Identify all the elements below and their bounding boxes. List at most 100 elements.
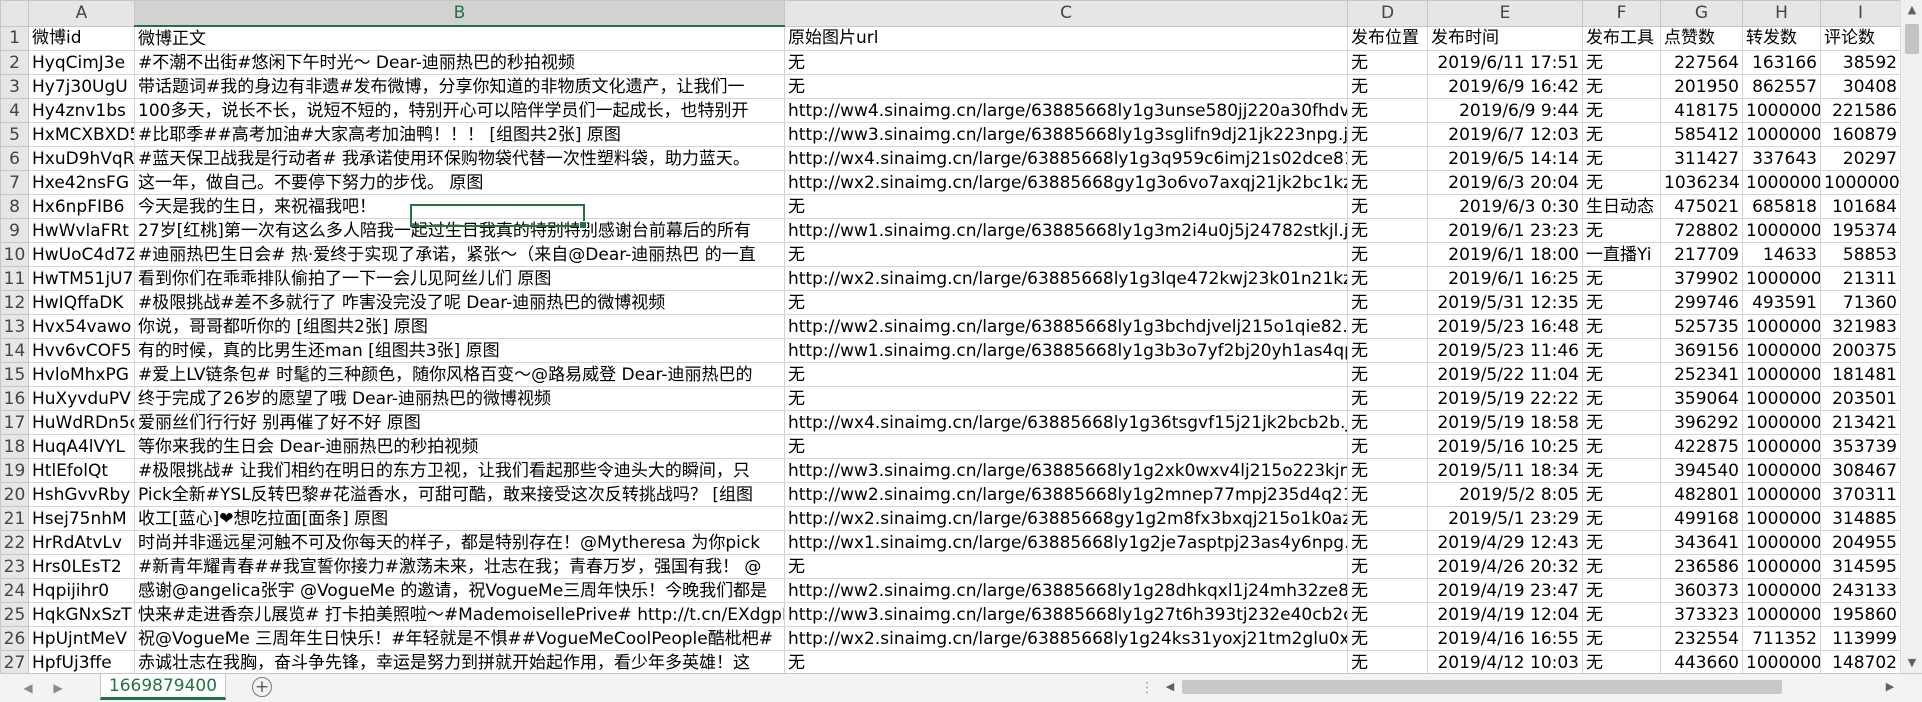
cell-a[interactable]: HtlEfolQt bbox=[28, 458, 135, 483]
cell-e[interactable]: 2019/5/16 10:25 bbox=[1427, 434, 1583, 459]
row-header[interactable]: 13 bbox=[0, 314, 29, 339]
cell-h[interactable]: 1000000 bbox=[1742, 482, 1821, 507]
cell-i[interactable]: 370311 bbox=[1820, 482, 1900, 507]
column-header-e[interactable]: E bbox=[1427, 0, 1583, 27]
cell-f[interactable]: 无 bbox=[1582, 98, 1661, 123]
cell-e[interactable]: 2019/6/1 23:23 bbox=[1427, 218, 1583, 243]
cell-a[interactable]: HshGvvRby bbox=[28, 482, 135, 507]
cell-f[interactable]: 无 bbox=[1582, 266, 1661, 291]
cell-c[interactable]: http://wx2.sinaimg.cn/large/63885668ly1g… bbox=[784, 626, 1348, 651]
row-header[interactable]: 20 bbox=[0, 482, 29, 507]
cell-e[interactable]: 2019/6/11 17:51 bbox=[1427, 50, 1583, 75]
cell-e[interactable]: 2019/4/29 12:43 bbox=[1427, 530, 1583, 555]
cell-g[interactable]: 379902 bbox=[1660, 266, 1743, 291]
column-header-f[interactable]: F bbox=[1582, 0, 1661, 27]
cell-i[interactable]: 221586 bbox=[1820, 98, 1900, 123]
row-header[interactable]: 12 bbox=[0, 290, 29, 315]
column-header-a[interactable]: A bbox=[28, 0, 135, 27]
cell-b[interactable]: 感谢@angelica张宇 @VogueMe 的邀请，祝VogueMe三周年快乐… bbox=[134, 578, 785, 603]
cell-h[interactable]: 1000000 bbox=[1742, 218, 1821, 243]
cell-a[interactable]: HpUjntMeV bbox=[28, 626, 135, 651]
cell-h[interactable]: 1000000 bbox=[1742, 362, 1821, 387]
cell-a[interactable]: Hqpijihr0 bbox=[28, 578, 135, 603]
cell-i[interactable]: 243133 bbox=[1820, 578, 1900, 603]
cell-f[interactable]: 无 bbox=[1582, 602, 1661, 627]
cell-f[interactable]: 无 bbox=[1582, 146, 1661, 171]
cell-d[interactable]: 无 bbox=[1347, 98, 1428, 123]
cell-i[interactable]: 200375 bbox=[1820, 338, 1900, 363]
cell-f[interactable]: 无 bbox=[1582, 338, 1661, 363]
tab-split-handle-icon[interactable]: ⋮ bbox=[1140, 679, 1154, 697]
cell-c[interactable]: 无 bbox=[784, 194, 1348, 219]
cell-b[interactable]: 有的时候，真的比男生还man [组图共3张] 原图 bbox=[134, 338, 785, 363]
cell-h[interactable]: 1000000 bbox=[1742, 530, 1821, 555]
cell-h[interactable]: 1000000 bbox=[1742, 314, 1821, 339]
cell-e[interactable]: 2019/5/2 8:05 bbox=[1427, 482, 1583, 507]
cell-f[interactable]: 无 bbox=[1582, 50, 1661, 75]
cell-a[interactable]: HqkGNxSzT bbox=[28, 602, 135, 627]
cell-a[interactable]: Hy7j30UgU bbox=[28, 74, 135, 99]
cell-i[interactable]: 38592 bbox=[1820, 50, 1900, 75]
cell-h[interactable]: 1000000 bbox=[1742, 650, 1821, 673]
cell-g[interactable]: 343641 bbox=[1660, 530, 1743, 555]
column-header-i[interactable]: I bbox=[1820, 0, 1900, 27]
cell-c[interactable]: http://wx2.sinaimg.cn/large/63885668gy1g… bbox=[784, 170, 1348, 195]
cell-g[interactable]: 299746 bbox=[1660, 290, 1743, 315]
cell-b[interactable]: 这一年，做自己。不要停下努力的步伐。 原图 bbox=[134, 170, 785, 195]
cell-i[interactable]: 148702 bbox=[1820, 650, 1900, 673]
cell-a[interactable]: Hvv6vCOF5 bbox=[28, 338, 135, 363]
cell-g[interactable]: 点赞数 bbox=[1660, 25, 1743, 51]
row-header[interactable]: 19 bbox=[0, 458, 29, 483]
cell-i[interactable]: 314595 bbox=[1820, 554, 1900, 579]
cell-a[interactable]: Hsej75nhM bbox=[28, 506, 135, 531]
cell-d[interactable]: 无 bbox=[1347, 434, 1428, 459]
row-header[interactable]: 21 bbox=[0, 506, 29, 531]
cell-e[interactable]: 2019/6/3 0:30 bbox=[1427, 194, 1583, 219]
row-header[interactable]: 9 bbox=[0, 218, 29, 243]
cell-i[interactable]: 308467 bbox=[1820, 458, 1900, 483]
cell-h[interactable]: 1000000 bbox=[1742, 506, 1821, 531]
cell-b[interactable]: 快来#走进香奈儿展览# 打卡拍美照啦～#MademoisellePrive# h… bbox=[134, 602, 785, 627]
cell-g[interactable]: 373323 bbox=[1660, 602, 1743, 627]
cell-i[interactable]: 195374 bbox=[1820, 218, 1900, 243]
cell-e[interactable]: 2019/6/7 12:03 bbox=[1427, 122, 1583, 147]
cell-h[interactable]: 1000000 bbox=[1742, 554, 1821, 579]
cell-g[interactable]: 422875 bbox=[1660, 434, 1743, 459]
cell-c[interactable]: http://ww2.sinaimg.cn/large/63885668ly1g… bbox=[784, 578, 1348, 603]
cell-c[interactable]: 无 bbox=[784, 50, 1348, 75]
cell-a[interactable]: Hvx54vawo bbox=[28, 314, 135, 339]
cell-b[interactable]: 赤诚壮志在我胸，奋斗争先锋，幸运是努力到拼就开始起作用，看少年多英雄！这 bbox=[134, 650, 785, 673]
cell-d[interactable]: 无 bbox=[1347, 74, 1428, 99]
cell-e[interactable]: 2019/4/19 23:47 bbox=[1427, 578, 1583, 603]
cell-d[interactable]: 无 bbox=[1347, 194, 1428, 219]
cell-a[interactable]: Hy4znv1bs bbox=[28, 98, 135, 123]
cell-i[interactable]: 20297 bbox=[1820, 146, 1900, 171]
cell-g[interactable]: 217709 bbox=[1660, 242, 1743, 267]
cell-b[interactable]: #迪丽热巴生日会# 热·爱终于实现了承诺，紧张～（来自@Dear-迪丽热巴 的一… bbox=[134, 242, 785, 267]
cell-d[interactable]: 无 bbox=[1347, 362, 1428, 387]
cell-f[interactable]: 无 bbox=[1582, 458, 1661, 483]
cell-h[interactable]: 1000000 bbox=[1742, 266, 1821, 291]
cell-f[interactable]: 发布工具 bbox=[1582, 25, 1661, 51]
cell-h[interactable]: 493591 bbox=[1742, 290, 1821, 315]
cell-d[interactable]: 无 bbox=[1347, 530, 1428, 555]
cell-i[interactable]: 314885 bbox=[1820, 506, 1900, 531]
cell-e[interactable]: 2019/6/5 14:14 bbox=[1427, 146, 1583, 171]
cell-d[interactable]: 无 bbox=[1347, 386, 1428, 411]
cell-f[interactable]: 无 bbox=[1582, 482, 1661, 507]
cell-g[interactable]: 360373 bbox=[1660, 578, 1743, 603]
cell-b[interactable]: #比耶季##高考加油#大家高考加油鸭！！！ [组图共2张] 原图 bbox=[134, 122, 785, 147]
sheet-tab[interactable]: 1669879400 bbox=[100, 674, 226, 700]
cell-g[interactable]: 236586 bbox=[1660, 554, 1743, 579]
cell-e[interactable]: 2019/5/22 11:04 bbox=[1427, 362, 1583, 387]
cell-f[interactable]: 无 bbox=[1582, 554, 1661, 579]
cell-c[interactable]: 无 bbox=[784, 74, 1348, 99]
cell-d[interactable]: 无 bbox=[1347, 314, 1428, 339]
cell-e[interactable]: 2019/6/1 16:25 bbox=[1427, 266, 1583, 291]
row-header[interactable]: 23 bbox=[0, 554, 29, 579]
cell-e[interactable]: 2019/5/31 12:35 bbox=[1427, 290, 1583, 315]
cell-f[interactable]: 无 bbox=[1582, 650, 1661, 673]
cell-b[interactable]: #新青年耀青春##我宣誓你接力#激荡未来，壮志在我；青春万岁，强国有我！ @ bbox=[134, 554, 785, 579]
cell-g[interactable]: 1036234 bbox=[1660, 170, 1743, 195]
cell-b[interactable]: 等你来我的生日会 Dear-迪丽热巴的秒拍视频 bbox=[134, 434, 785, 459]
